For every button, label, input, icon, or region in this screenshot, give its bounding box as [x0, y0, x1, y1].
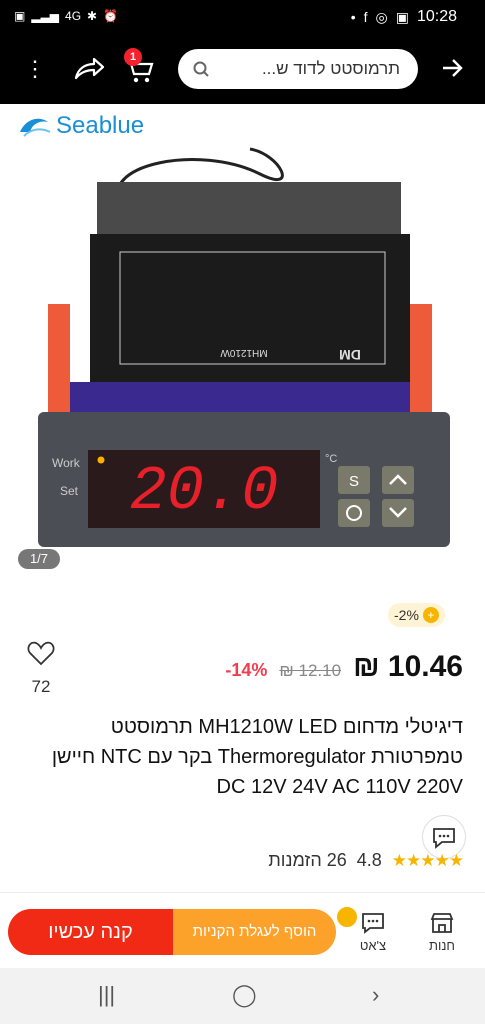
- product-image-gallery[interactable]: Seablue 20.0 Work Set °C S MH1210W DM 1/…: [0, 104, 485, 584]
- notification-dot-icon: •: [350, 9, 356, 25]
- app-bar: ⋮ 1: [0, 34, 485, 104]
- search-icon[interactable]: [192, 60, 210, 83]
- thermostat-image: 20.0 Work Set °C S MH1210W DM: [38, 147, 450, 547]
- image-counter: 1/7: [18, 549, 60, 569]
- model-label: MH1210W: [220, 347, 268, 358]
- network-label: 4G: [65, 9, 82, 23]
- store-tab[interactable]: חנות: [417, 911, 467, 953]
- status-icons-right: • f ◎ ▣ 10:28: [351, 8, 457, 26]
- more-menu-icon[interactable]: ⋮: [24, 56, 46, 82]
- display-reading: 20.0: [130, 456, 279, 527]
- rating-value: 4.8: [356, 850, 382, 870]
- gallery-icon: ▣: [395, 8, 409, 25]
- facebook-icon: f: [363, 9, 368, 25]
- maker-label: DM: [339, 347, 361, 363]
- chat-icon: [362, 913, 384, 934]
- add-to-cart-button[interactable]: הוסף לעגלת הקניות: [173, 909, 336, 955]
- rating-row[interactable]: ★★★★★ 4.8 26 הזמנות: [268, 850, 464, 871]
- heart-icon: [27, 641, 55, 666]
- bluetooth-icon: ✱: [87, 9, 98, 23]
- price-row: 10.46 ₪ 12.10 ₪ 14%-: [225, 650, 463, 684]
- nav-back-icon[interactable]: ›: [372, 982, 379, 1008]
- original-price: 12.10 ₪: [279, 661, 342, 680]
- status-icons-left: ▣ ▂▃▅ 4G ✱ ⏰: [14, 9, 118, 23]
- system-nav-bar: ||| ◯ ›: [0, 968, 485, 1024]
- set-label: Set: [60, 484, 79, 498]
- wave-icon: [20, 118, 51, 137]
- cart-badge: 1: [124, 48, 142, 66]
- image-icon: ▣: [14, 9, 26, 23]
- signal-icon: ▂▃▅: [31, 9, 60, 23]
- store-tab-label: חנות: [429, 938, 455, 953]
- search-bar[interactable]: [178, 49, 418, 89]
- alarm-icon: ⏰: [103, 9, 119, 23]
- status-bar: ▣ ▂▃▅ 4G ✱ ⏰ • f ◎ ▣ 10:28: [0, 0, 485, 34]
- coupon-badge[interactable]: + 2%-: [388, 603, 445, 627]
- coupon-text: 2%-: [394, 607, 419, 623]
- back-arrow-icon[interactable]: [440, 56, 464, 85]
- cart-button[interactable]: 1: [122, 48, 156, 91]
- s-key-label: S: [349, 473, 359, 490]
- brand-logo: Seablue: [18, 112, 144, 140]
- product-title: דיגיטלי מדחום MH1210W LED תרמוסטט טמפרטו…: [51, 716, 463, 798]
- purchase-buttons: קנה עכשיו הוסף לעגלת הקניות: [8, 909, 336, 955]
- brand-name: Seablue: [56, 112, 145, 139]
- orders-count: 26 הזמנות: [268, 850, 347, 870]
- wishlist-button[interactable]: 72: [24, 640, 58, 697]
- unit-label: °C: [325, 453, 337, 465]
- whatsapp-icon: ◎: [375, 8, 388, 25]
- work-label: Work: [52, 456, 81, 470]
- wiring-label-panel: [90, 234, 410, 384]
- share-icon[interactable]: [72, 56, 106, 87]
- buy-now-button[interactable]: קנה עכשיו: [8, 909, 173, 955]
- home-icon[interactable]: ◯: [232, 982, 257, 1008]
- discount-percent: 14%-: [225, 660, 268, 680]
- search-input[interactable]: [208, 58, 402, 80]
- status-time: 10:28: [416, 8, 457, 25]
- chat-tab[interactable]: צ'אט: [348, 911, 398, 953]
- recent-apps-icon[interactable]: |||: [98, 982, 115, 1008]
- wishlist-count: 72: [31, 677, 51, 696]
- plus-icon: +: [422, 607, 439, 623]
- current-price: 10.46 ₪: [353, 650, 463, 683]
- bottom-action-bar: קנה עכשיו הוסף לעגלת הקניות צ'אט חנות: [0, 892, 485, 969]
- chat-tab-label: צ'אט: [359, 938, 387, 953]
- star-rating-icon: ★★★★★: [391, 850, 464, 870]
- store-icon: [430, 913, 454, 933]
